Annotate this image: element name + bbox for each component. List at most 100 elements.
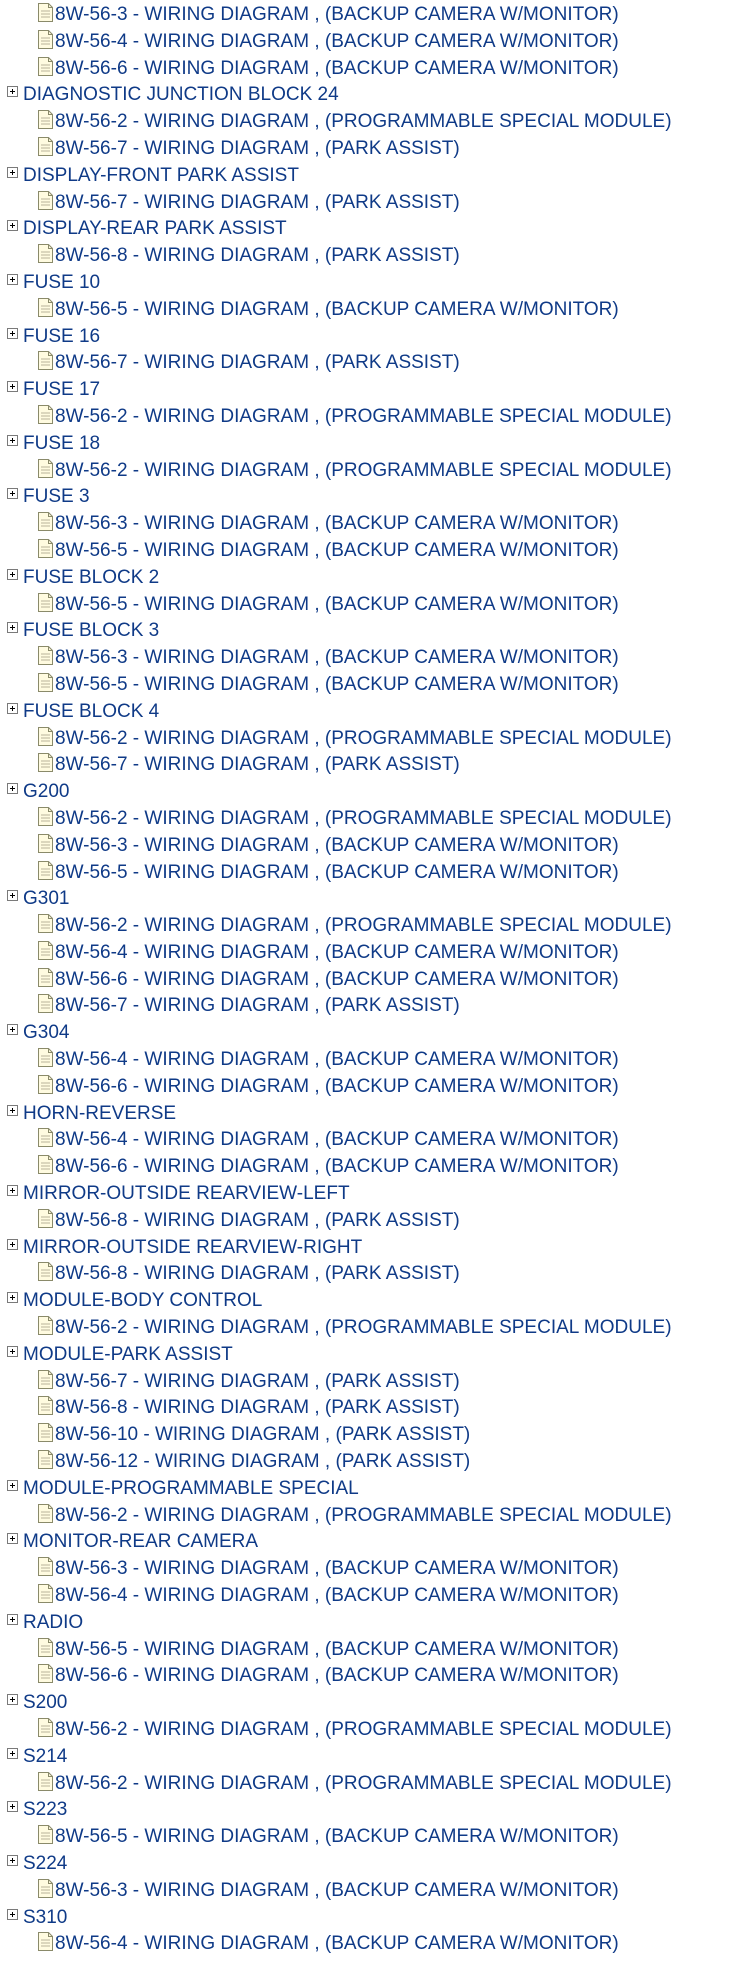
tree-group[interactable]: FUSE 18: [0, 431, 738, 458]
expand-plus-icon[interactable]: [7, 1238, 18, 1250]
document-link-label[interactable]: 8W-56-6 - WIRING DIAGRAM , (BACKUP CAMER…: [55, 1665, 619, 1686]
tree-group[interactable]: FUSE 10: [0, 270, 738, 297]
tree-group[interactable]: DISPLAY-REAR PARK ASSIST: [0, 216, 738, 243]
document-link-label[interactable]: 8W-56-4 - WIRING DIAGRAM , (BACKUP CAMER…: [55, 1129, 619, 1150]
tree-group[interactable]: FUSE BLOCK 3: [0, 618, 738, 645]
expand-plus-icon[interactable]: [7, 1024, 18, 1036]
expand-plus-icon[interactable]: [7, 1694, 18, 1706]
expand-plus-icon[interactable]: [7, 1613, 18, 1625]
expand-plus-icon[interactable]: [7, 327, 18, 339]
tree-group[interactable]: G304: [0, 1020, 738, 1047]
tree-document-link[interactable]: 8W-56-3 - WIRING DIAGRAM , (BACKUP CAMER…: [0, 1556, 738, 1583]
tree-document-link[interactable]: 8W-56-7 - WIRING DIAGRAM , (PARK ASSIST): [0, 190, 738, 217]
document-link-label[interactable]: 8W-56-4 - WIRING DIAGRAM , (BACKUP CAMER…: [55, 1585, 619, 1606]
expand-plus-icon[interactable]: [7, 890, 18, 902]
expand-plus-icon[interactable]: [7, 381, 18, 393]
expand-plus-icon[interactable]: [7, 1479, 18, 1491]
tree-document-link[interactable]: 8W-56-8 - WIRING DIAGRAM , (PARK ASSIST): [0, 1395, 738, 1422]
tree-document-link[interactable]: 8W-56-2 - WIRING DIAGRAM , (PROGRAMMABLE…: [0, 1315, 738, 1342]
tree-document-link[interactable]: 8W-56-4 - WIRING DIAGRAM , (BACKUP CAMER…: [0, 1127, 738, 1154]
expand-plus-icon[interactable]: [7, 86, 18, 98]
tree-group[interactable]: FUSE 16: [0, 324, 738, 351]
expand-plus-icon[interactable]: [7, 1533, 18, 1545]
tree-group[interactable]: MIRROR-OUTSIDE REARVIEW-RIGHT: [0, 1235, 738, 1262]
tree-group[interactable]: MIRROR-OUTSIDE REARVIEW-LEFT: [0, 1181, 738, 1208]
tree-document-link[interactable]: 8W-56-2 - WIRING DIAGRAM , (PROGRAMMABLE…: [0, 109, 738, 136]
expand-plus-icon[interactable]: [7, 702, 18, 714]
document-link-label[interactable]: 8W-56-4 - WIRING DIAGRAM , (BACKUP CAMER…: [55, 1933, 619, 1954]
document-link-label[interactable]: 8W-56-7 - WIRING DIAGRAM , (PARK ASSIST): [55, 138, 460, 159]
document-link-label[interactable]: 8W-56-7 - WIRING DIAGRAM , (PARK ASSIST): [55, 352, 460, 373]
tree-document-link[interactable]: 8W-56-7 - WIRING DIAGRAM , (PARK ASSIST): [0, 993, 738, 1020]
expand-plus-icon[interactable]: [7, 1801, 18, 1813]
document-link-label[interactable]: 8W-56-7 - WIRING DIAGRAM , (PARK ASSIST): [55, 192, 460, 213]
document-link-label[interactable]: 8W-56-2 - WIRING DIAGRAM , (PROGRAMMABLE…: [55, 915, 672, 936]
tree-document-link[interactable]: 8W-56-2 - WIRING DIAGRAM , (PROGRAMMABLE…: [0, 458, 738, 485]
document-link-label[interactable]: 8W-56-2 - WIRING DIAGRAM , (PROGRAMMABLE…: [55, 460, 672, 481]
tree-document-link[interactable]: 8W-56-4 - WIRING DIAGRAM , (BACKUP CAMER…: [0, 1583, 738, 1610]
document-link-label[interactable]: 8W-56-8 - WIRING DIAGRAM , (PARK ASSIST): [55, 1397, 460, 1418]
tree-document-link[interactable]: 8W-56-5 - WIRING DIAGRAM , (BACKUP CAMER…: [0, 1824, 738, 1851]
tree-document-link[interactable]: 8W-56-8 - WIRING DIAGRAM , (PARK ASSIST): [0, 1261, 738, 1288]
tree-group[interactable]: MODULE-BODY CONTROL: [0, 1288, 738, 1315]
tree-document-link[interactable]: 8W-56-6 - WIRING DIAGRAM , (BACKUP CAMER…: [0, 1074, 738, 1101]
tree-group[interactable]: S310: [0, 1905, 738, 1932]
document-link-label[interactable]: 8W-56-2 - WIRING DIAGRAM , (PROGRAMMABLE…: [55, 111, 672, 132]
document-link-label[interactable]: 8W-56-4 - WIRING DIAGRAM , (BACKUP CAMER…: [55, 1049, 619, 1070]
tree-document-link[interactable]: 8W-56-6 - WIRING DIAGRAM , (BACKUP CAMER…: [0, 967, 738, 994]
tree-group[interactable]: HORN-REVERSE: [0, 1101, 738, 1128]
tree-document-link[interactable]: 8W-56-2 - WIRING DIAGRAM , (PROGRAMMABLE…: [0, 726, 738, 753]
document-link-label[interactable]: 8W-56-2 - WIRING DIAGRAM , (PROGRAMMABLE…: [55, 406, 672, 427]
tree-group[interactable]: S214: [0, 1744, 738, 1771]
tree-document-link[interactable]: 8W-56-2 - WIRING DIAGRAM , (PROGRAMMABLE…: [0, 913, 738, 940]
document-link-label[interactable]: 8W-56-5 - WIRING DIAGRAM , (BACKUP CAMER…: [55, 674, 619, 695]
tree-group[interactable]: G301: [0, 886, 738, 913]
document-link-label[interactable]: 8W-56-5 - WIRING DIAGRAM , (BACKUP CAMER…: [55, 594, 619, 615]
document-link-label[interactable]: 8W-56-5 - WIRING DIAGRAM , (BACKUP CAMER…: [55, 1826, 619, 1847]
document-link-label[interactable]: 8W-56-2 - WIRING DIAGRAM , (PROGRAMMABLE…: [55, 728, 672, 749]
tree-group[interactable]: FUSE 3: [0, 484, 738, 511]
tree-document-link[interactable]: 8W-56-3 - WIRING DIAGRAM , (BACKUP CAMER…: [0, 511, 738, 538]
tree-document-link[interactable]: 8W-56-2 - WIRING DIAGRAM , (PROGRAMMABLE…: [0, 806, 738, 833]
tree-document-link[interactable]: 8W-56-6 - WIRING DIAGRAM , (BACKUP CAMER…: [0, 1663, 738, 1690]
document-link-label[interactable]: 8W-56-6 - WIRING DIAGRAM , (BACKUP CAMER…: [55, 1076, 619, 1097]
document-link-label[interactable]: 8W-56-5 - WIRING DIAGRAM , (BACKUP CAMER…: [55, 299, 619, 320]
document-link-label[interactable]: 8W-56-3 - WIRING DIAGRAM , (BACKUP CAMER…: [55, 835, 619, 856]
tree-group[interactable]: FUSE 17: [0, 377, 738, 404]
tree-group[interactable]: MODULE-PARK ASSIST: [0, 1342, 738, 1369]
document-link-label[interactable]: 8W-56-3 - WIRING DIAGRAM , (BACKUP CAMER…: [55, 1558, 619, 1579]
tree-document-link[interactable]: 8W-56-5 - WIRING DIAGRAM , (BACKUP CAMER…: [0, 860, 738, 887]
expand-plus-icon[interactable]: [7, 166, 18, 178]
expand-plus-icon[interactable]: [7, 488, 18, 500]
expand-plus-icon[interactable]: [7, 220, 18, 232]
document-link-label[interactable]: 8W-56-3 - WIRING DIAGRAM , (BACKUP CAMER…: [55, 513, 619, 534]
tree-group[interactable]: DISPLAY-FRONT PARK ASSIST: [0, 163, 738, 190]
tree-group[interactable]: DIAGNOSTIC JUNCTION BLOCK 24: [0, 82, 738, 109]
tree-document-link[interactable]: 8W-56-7 - WIRING DIAGRAM , (PARK ASSIST): [0, 752, 738, 779]
tree-document-link[interactable]: 8W-56-5 - WIRING DIAGRAM , (BACKUP CAMER…: [0, 592, 738, 619]
tree-document-link[interactable]: 8W-56-2 - WIRING DIAGRAM , (PROGRAMMABLE…: [0, 1503, 738, 1530]
document-link-label[interactable]: 8W-56-2 - WIRING DIAGRAM , (PROGRAMMABLE…: [55, 1773, 672, 1794]
tree-group[interactable]: S200: [0, 1690, 738, 1717]
tree-document-link[interactable]: 8W-56-5 - WIRING DIAGRAM , (BACKUP CAMER…: [0, 1637, 738, 1664]
document-link-label[interactable]: 8W-56-2 - WIRING DIAGRAM , (PROGRAMMABLE…: [55, 1719, 672, 1740]
document-link-label[interactable]: 8W-56-3 - WIRING DIAGRAM , (BACKUP CAMER…: [55, 4, 619, 25]
tree-document-link[interactable]: 8W-56-5 - WIRING DIAGRAM , (BACKUP CAMER…: [0, 538, 738, 565]
expand-plus-icon[interactable]: [7, 1292, 18, 1304]
tree-group[interactable]: RADIO: [0, 1610, 738, 1637]
expand-plus-icon[interactable]: [7, 783, 18, 795]
expand-plus-icon[interactable]: [7, 1185, 18, 1197]
expand-plus-icon[interactable]: [7, 1104, 18, 1116]
tree-document-link[interactable]: 8W-56-6 - WIRING DIAGRAM , (BACKUP CAMER…: [0, 1154, 738, 1181]
tree-document-link[interactable]: 8W-56-4 - WIRING DIAGRAM , (BACKUP CAMER…: [0, 1931, 738, 1958]
document-link-label[interactable]: 8W-56-8 - WIRING DIAGRAM , (PARK ASSIST): [55, 1210, 460, 1231]
document-link-label[interactable]: 8W-56-5 - WIRING DIAGRAM , (BACKUP CAMER…: [55, 1639, 619, 1660]
tree-document-link[interactable]: 8W-56-7 - WIRING DIAGRAM , (PARK ASSIST): [0, 1369, 738, 1396]
tree-document-link[interactable]: 8W-56-8 - WIRING DIAGRAM , (PARK ASSIST): [0, 243, 738, 270]
tree-document-link[interactable]: 8W-56-12 - WIRING DIAGRAM , (PARK ASSIST…: [0, 1449, 738, 1476]
document-link-label[interactable]: 8W-56-5 - WIRING DIAGRAM , (BACKUP CAMER…: [55, 862, 619, 883]
expand-plus-icon[interactable]: [7, 1908, 18, 1920]
tree-group[interactable]: FUSE BLOCK 4: [0, 699, 738, 726]
tree-group[interactable]: S223: [0, 1797, 738, 1824]
document-link-label[interactable]: 8W-56-4 - WIRING DIAGRAM , (BACKUP CAMER…: [55, 31, 619, 52]
